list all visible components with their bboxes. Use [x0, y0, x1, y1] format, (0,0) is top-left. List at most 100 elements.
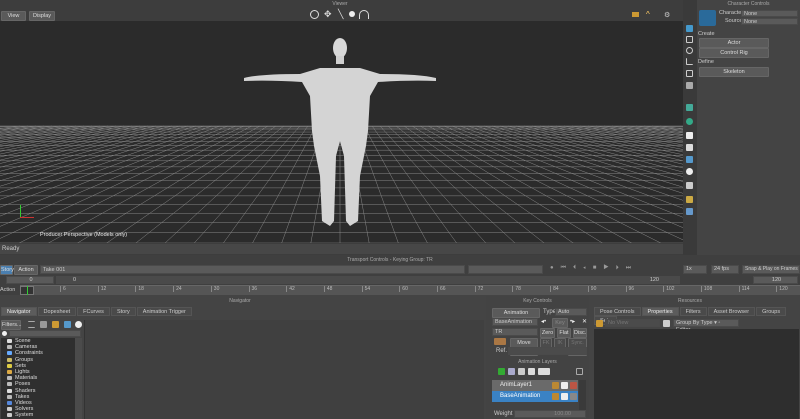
- tree-item[interactable]: System: [1, 412, 75, 418]
- record-button[interactable]: ●: [550, 265, 561, 271]
- merge-layer-icon[interactable]: [528, 368, 535, 375]
- rotate-icon[interactable]: [686, 47, 693, 54]
- constraint-icon[interactable]: [686, 208, 693, 215]
- lock-view-icon[interactable]: [596, 320, 603, 327]
- scale-icon[interactable]: [686, 58, 693, 65]
- arc-icon[interactable]: [359, 10, 369, 19]
- tab-filters[interactable]: Filters: [679, 307, 707, 316]
- link-icon[interactable]: [686, 156, 693, 163]
- story-button[interactable]: Story: [0, 265, 14, 275]
- pivot-icon[interactable]: [686, 70, 693, 77]
- lock-icon[interactable]: [561, 382, 568, 389]
- layer-row-selected[interactable]: BaseAnimation: [492, 391, 578, 402]
- delete-layer-icon[interactable]: [518, 368, 525, 375]
- character-model[interactable]: [240, 36, 440, 236]
- layers-scrollbar[interactable]: [579, 380, 586, 410]
- cube2-icon[interactable]: [686, 144, 693, 151]
- tab-pose-controls[interactable]: Pose Controls: [594, 307, 641, 316]
- folder-icon[interactable]: [52, 321, 59, 328]
- sphere-icon[interactable]: [686, 168, 693, 175]
- source-dropdown[interactable]: None: [741, 18, 798, 25]
- scene-tree[interactable]: Scene Cameras Constraints Groups Sets Lights M…: [1, 338, 75, 419]
- zoom-icon[interactable]: [349, 11, 355, 17]
- control-rig-button[interactable]: Control Rig: [699, 48, 769, 58]
- disc-button[interactable]: Disc.: [573, 328, 587, 338]
- layer-row[interactable]: AnimLayer1: [492, 380, 578, 391]
- stop-button[interactable]: ■: [593, 265, 604, 271]
- weight-field[interactable]: 100.00: [514, 410, 586, 418]
- view-menu[interactable]: View: [1, 11, 26, 21]
- cube-icon[interactable]: [686, 132, 693, 139]
- globe-icon[interactable]: [686, 118, 693, 125]
- duplicate-layer-icon[interactable]: [508, 368, 515, 375]
- tab-groups[interactable]: Groups: [756, 307, 787, 316]
- play-button[interactable]: ▶: [603, 265, 615, 271]
- prev-key-button[interactable]: ⏴: [573, 265, 583, 271]
- lock-icon[interactable]: [561, 393, 568, 400]
- key-color-icon[interactable]: [494, 338, 506, 345]
- zero-button[interactable]: Zero: [540, 328, 555, 338]
- filters-button[interactable]: Filters...: [1, 320, 22, 330]
- next-key-button[interactable]: ⏵: [616, 265, 626, 271]
- tab-story[interactable]: Story: [110, 307, 136, 316]
- mute-icon[interactable]: [570, 393, 577, 400]
- display-menu[interactable]: Display: [29, 11, 55, 21]
- layer-options-icon[interactable]: [576, 368, 583, 375]
- type-dropdown[interactable]: Auto: [555, 308, 587, 316]
- zoom-line-icon[interactable]: ╲: [338, 9, 343, 20]
- range-slider[interactable]: 0 120: [56, 276, 680, 284]
- start-frame-field[interactable]: 0: [6, 276, 54, 284]
- take-dropdown[interactable]: Take 001: [40, 265, 465, 274]
- properties-icon[interactable]: [663, 320, 670, 327]
- action-dropdown[interactable]: Action: [14, 265, 38, 275]
- tab-fcurves[interactable]: FCurves: [77, 307, 110, 316]
- search-input[interactable]: [9, 330, 81, 337]
- light-icon[interactable]: [686, 196, 693, 203]
- render-icon[interactable]: [686, 104, 693, 111]
- speed-dropdown[interactable]: 1x: [683, 265, 707, 274]
- solo-icon[interactable]: [552, 393, 559, 400]
- folders-icon[interactable]: [538, 368, 550, 375]
- mute-icon[interactable]: [570, 382, 577, 389]
- tab-asset-browser[interactable]: Asset Browser: [707, 307, 756, 316]
- key-button[interactable]: Key: [552, 318, 568, 328]
- prev-key-icon[interactable]: ◂•: [541, 318, 546, 325]
- timeline-ruler[interactable]: 6 12 18 24 30 36 42 48 54 60 66 72 78 84 90 96 102 108 114…: [20, 285, 800, 295]
- display-options-icon[interactable]: ⚙: [664, 11, 670, 19]
- step-back-button[interactable]: ◂: [583, 265, 593, 271]
- tree-scrollbar[interactable]: [75, 338, 82, 419]
- ref-dropdown[interactable]: [508, 347, 587, 355]
- delete-key-icon[interactable]: ✕: [582, 318, 587, 325]
- solo-icon[interactable]: [552, 382, 559, 389]
- group-by-dropdown[interactable]: Group By Type ▾ ◦ Editor...: [673, 319, 739, 333]
- arrows-icon[interactable]: [64, 321, 71, 328]
- fps-dropdown[interactable]: 24 fps: [711, 265, 739, 274]
- goto-end-button[interactable]: ⏭: [626, 265, 638, 271]
- translate-icon[interactable]: [686, 36, 693, 43]
- list-icon[interactable]: [28, 321, 35, 328]
- tab-dopesheet[interactable]: Dopesheet: [37, 307, 77, 316]
- flat-button[interactable]: Flat: [557, 328, 571, 338]
- tab-navigator[interactable]: Navigator: [1, 307, 37, 316]
- star-icon[interactable]: [75, 321, 82, 328]
- camera-icon[interactable]: [686, 182, 693, 189]
- actor-button[interactable]: Actor: [699, 38, 769, 48]
- end-frame-field[interactable]: 120: [753, 276, 798, 284]
- view-dropdown[interactable]: No View: [605, 319, 660, 327]
- settings-icon[interactable]: [40, 321, 47, 328]
- select-icon[interactable]: [686, 25, 693, 32]
- tab-animation-trigger[interactable]: Animation Trigger: [136, 307, 192, 316]
- character-dropdown[interactable]: None: [741, 10, 798, 17]
- viewer-mode-icons[interactable]: ^ ⚙: [632, 10, 677, 19]
- goto-start-button[interactable]: ⏮: [561, 265, 573, 271]
- orbit-icon[interactable]: [310, 10, 319, 19]
- pan-icon[interactable]: ✥: [324, 9, 332, 20]
- keying-group-dropdown[interactable]: TR: [492, 328, 538, 336]
- frame-field[interactable]: [468, 265, 543, 274]
- animation-button[interactable]: Animation: [492, 308, 540, 318]
- curve-icon[interactable]: ^: [646, 10, 650, 19]
- add-layer-icon[interactable]: [498, 368, 505, 375]
- snap-icon[interactable]: [686, 82, 693, 89]
- keyframe-icon[interactable]: [632, 12, 639, 17]
- next-key-icon[interactable]: •▸: [570, 318, 575, 325]
